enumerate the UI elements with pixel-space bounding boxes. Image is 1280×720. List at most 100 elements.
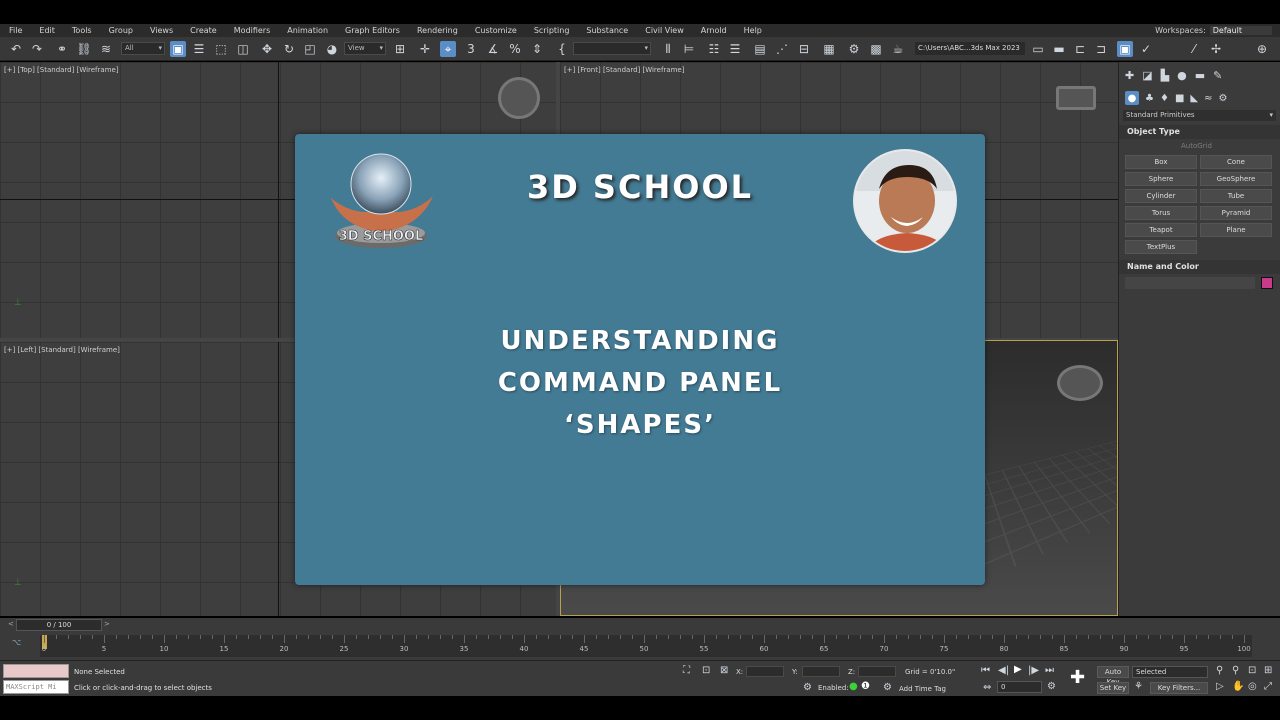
isolate-icon[interactable]: ⛶ <box>683 665 690 676</box>
select-object-icon[interactable]: ▣ <box>170 41 186 57</box>
track-bar[interactable]: 0 5 10 15 20 25 30 35 40 45 50 55 60 65 70 75 80 85 90 95 10… <box>40 635 1252 657</box>
z-coord-field[interactable] <box>858 666 896 677</box>
primitive-category-dropdown[interactable]: Standard Primitives <box>1123 110 1276 121</box>
menu-rendering[interactable]: Rendering <box>408 26 466 35</box>
orbit-icon[interactable]: ◎ <box>1248 681 1257 692</box>
bind-spacewarp-icon[interactable]: ≋ <box>98 41 114 57</box>
menu-help[interactable]: Help <box>735 26 770 35</box>
maximize-viewport-icon[interactable]: ⤢ <box>1264 681 1272 692</box>
pan-icon[interactable]: ✋ <box>1232 681 1244 692</box>
create-tab-icon[interactable]: ✚ <box>1125 69 1134 82</box>
menu-file[interactable]: File <box>0 26 30 35</box>
x-coord-field[interactable] <box>746 666 784 677</box>
save-file-icon[interactable]: ▬ <box>1051 41 1067 57</box>
reference-coord-dropdown[interactable]: View <box>344 42 386 55</box>
track-bar-icon[interactable]: ⌥ <box>12 638 21 647</box>
menu-graph-editors[interactable]: Graph Editors <box>336 26 408 35</box>
menu-views[interactable]: Views <box>141 26 181 35</box>
set-key-button[interactable]: Set Key <box>1097 682 1129 694</box>
key-set-dropdown[interactable]: Selected <box>1132 666 1208 678</box>
object-name-field[interactable] <box>1125 277 1255 289</box>
cylinder-button[interactable]: Cylinder <box>1125 189 1197 203</box>
material-editor-icon[interactable]: ▦ <box>821 41 837 57</box>
key-filters-button[interactable]: Key Filters... <box>1150 682 1208 694</box>
mirror-icon[interactable]: ⫴ <box>660 41 676 57</box>
sphere-button[interactable]: Sphere <box>1125 172 1197 186</box>
schematic-view-icon[interactable]: ⊟ <box>796 41 812 57</box>
menu-scripting[interactable]: Scripting <box>525 26 578 35</box>
select-manipulate-icon[interactable]: ✛ <box>417 41 433 57</box>
object-type-rollout[interactable]: Object Type <box>1119 125 1280 139</box>
box-button[interactable]: Box <box>1125 155 1197 169</box>
viewcube-icon[interactable] <box>1057 365 1103 401</box>
zoom-icon[interactable]: ⚲ <box>1216 665 1223 676</box>
lights-icon[interactable]: ♦ <box>1160 93 1169 104</box>
time-tag-icon[interactable]: ⚙ <box>883 682 892 693</box>
viewport-front-label[interactable]: [+] [Front] [Standard] [Wireframe] <box>564 66 684 74</box>
field-of-view-icon[interactable]: ▷ <box>1216 681 1224 692</box>
project-path-field[interactable]: C:\Users\ABC...3ds Max 2023 <box>915 42 1025 55</box>
rendered-frame-icon[interactable]: ▩ <box>868 41 884 57</box>
percent-snap-icon[interactable]: % <box>507 41 523 57</box>
systems-icon[interactable]: ⚙ <box>1218 93 1227 104</box>
workspace-selector[interactable]: Workspaces: Default <box>1155 24 1272 37</box>
checkmark-icon[interactable]: ✓ <box>1138 41 1154 57</box>
curve-editor-icon[interactable]: ⋰ <box>774 41 790 57</box>
goto-start-icon[interactable]: ⏮ <box>981 665 990 676</box>
info-icon[interactable]: ❶ <box>861 681 870 692</box>
play-icon[interactable]: ▶ <box>1014 664 1022 675</box>
cameras-icon[interactable]: ■ <box>1175 93 1184 104</box>
absolute-mode-icon[interactable]: ⊠ <box>720 665 728 676</box>
lock-selection-icon[interactable]: ⊡ <box>702 665 710 676</box>
current-frame-field[interactable]: 0 <box>997 681 1042 693</box>
transform-gizmo-icon[interactable]: ✢ <box>1208 41 1224 57</box>
scene-explorer-icon[interactable]: ☷ <box>706 41 722 57</box>
menu-substance[interactable]: Substance <box>577 26 636 35</box>
layer-explorer-icon[interactable]: ☰ <box>727 41 743 57</box>
import-icon[interactable]: ⊏ <box>1072 41 1088 57</box>
utilities-tab-icon[interactable]: ✎ <box>1213 69 1222 82</box>
hierarchy-tab-icon[interactable]: ▙ <box>1161 69 1169 82</box>
plane-button[interactable]: Plane <box>1200 223 1272 237</box>
menu-create[interactable]: Create <box>181 26 225 35</box>
menu-civil-view[interactable]: Civil View <box>636 26 692 35</box>
spinner-snap-icon[interactable]: ⇕ <box>529 41 545 57</box>
undo-icon[interactable]: ↶ <box>8 41 24 57</box>
key-mode-icon[interactable]: ⇔ <box>983 682 991 693</box>
more-tools-icon[interactable]: ⊕ <box>1254 41 1270 57</box>
maxscript-input[interactable]: MAXScript Mi <box>3 680 69 694</box>
shapes-icon[interactable]: ♣ <box>1145 93 1154 104</box>
helpers-icon[interactable]: ◣ <box>1190 93 1198 104</box>
torus-button[interactable]: Torus <box>1125 206 1197 220</box>
zoom-extents-all-icon[interactable]: ⊞ <box>1264 665 1272 676</box>
autogrid-checkbox[interactable]: AutoGrid <box>1119 139 1280 153</box>
viewcube-icon[interactable] <box>1056 86 1096 110</box>
toggle-ribbon-icon[interactable]: ▤ <box>752 41 768 57</box>
teapot-button[interactable]: Teapot <box>1125 223 1197 237</box>
named-selection-icon[interactable]: { <box>554 41 570 57</box>
menu-arnold[interactable]: Arnold <box>692 26 735 35</box>
time-config-icon[interactable]: ⚙ <box>1047 681 1056 692</box>
menu-animation[interactable]: Animation <box>278 26 336 35</box>
placement-icon[interactable]: ◕ <box>324 41 340 57</box>
move-icon[interactable]: ✥ <box>259 41 275 57</box>
maxscript-output[interactable] <box>3 664 69 678</box>
unlink-icon[interactable]: ⛓ <box>76 41 92 57</box>
zoom-all-icon[interactable]: ⚲ <box>1232 665 1239 676</box>
workspace-value[interactable]: Default <box>1209 26 1272 35</box>
open-file-icon[interactable]: ▭ <box>1030 41 1046 57</box>
angle-snap-icon[interactable]: ∡ <box>485 41 501 57</box>
slider-next-icon[interactable]: > <box>104 620 110 628</box>
rotate-icon[interactable]: ↻ <box>281 41 297 57</box>
adaptive-degradation-icon[interactable]: ⚙ <box>803 682 812 693</box>
menu-edit[interactable]: Edit <box>30 26 63 35</box>
geosphere-button[interactable]: GeoSphere <box>1200 172 1272 186</box>
display-tab-icon[interactable]: ▬ <box>1195 69 1205 82</box>
auto-key-button[interactable]: Auto Key <box>1097 666 1129 686</box>
viewport-top-label[interactable]: [+] [Top] [Standard] [Wireframe] <box>4 66 119 74</box>
align-icon[interactable]: ⊨ <box>681 41 697 57</box>
next-frame-icon[interactable]: |▶ <box>1028 665 1039 676</box>
viewcube-icon[interactable] <box>498 77 540 119</box>
name-and-color-rollout[interactable]: Name and Color <box>1119 260 1280 274</box>
goto-end-icon[interactable]: ⏭ <box>1045 665 1054 676</box>
